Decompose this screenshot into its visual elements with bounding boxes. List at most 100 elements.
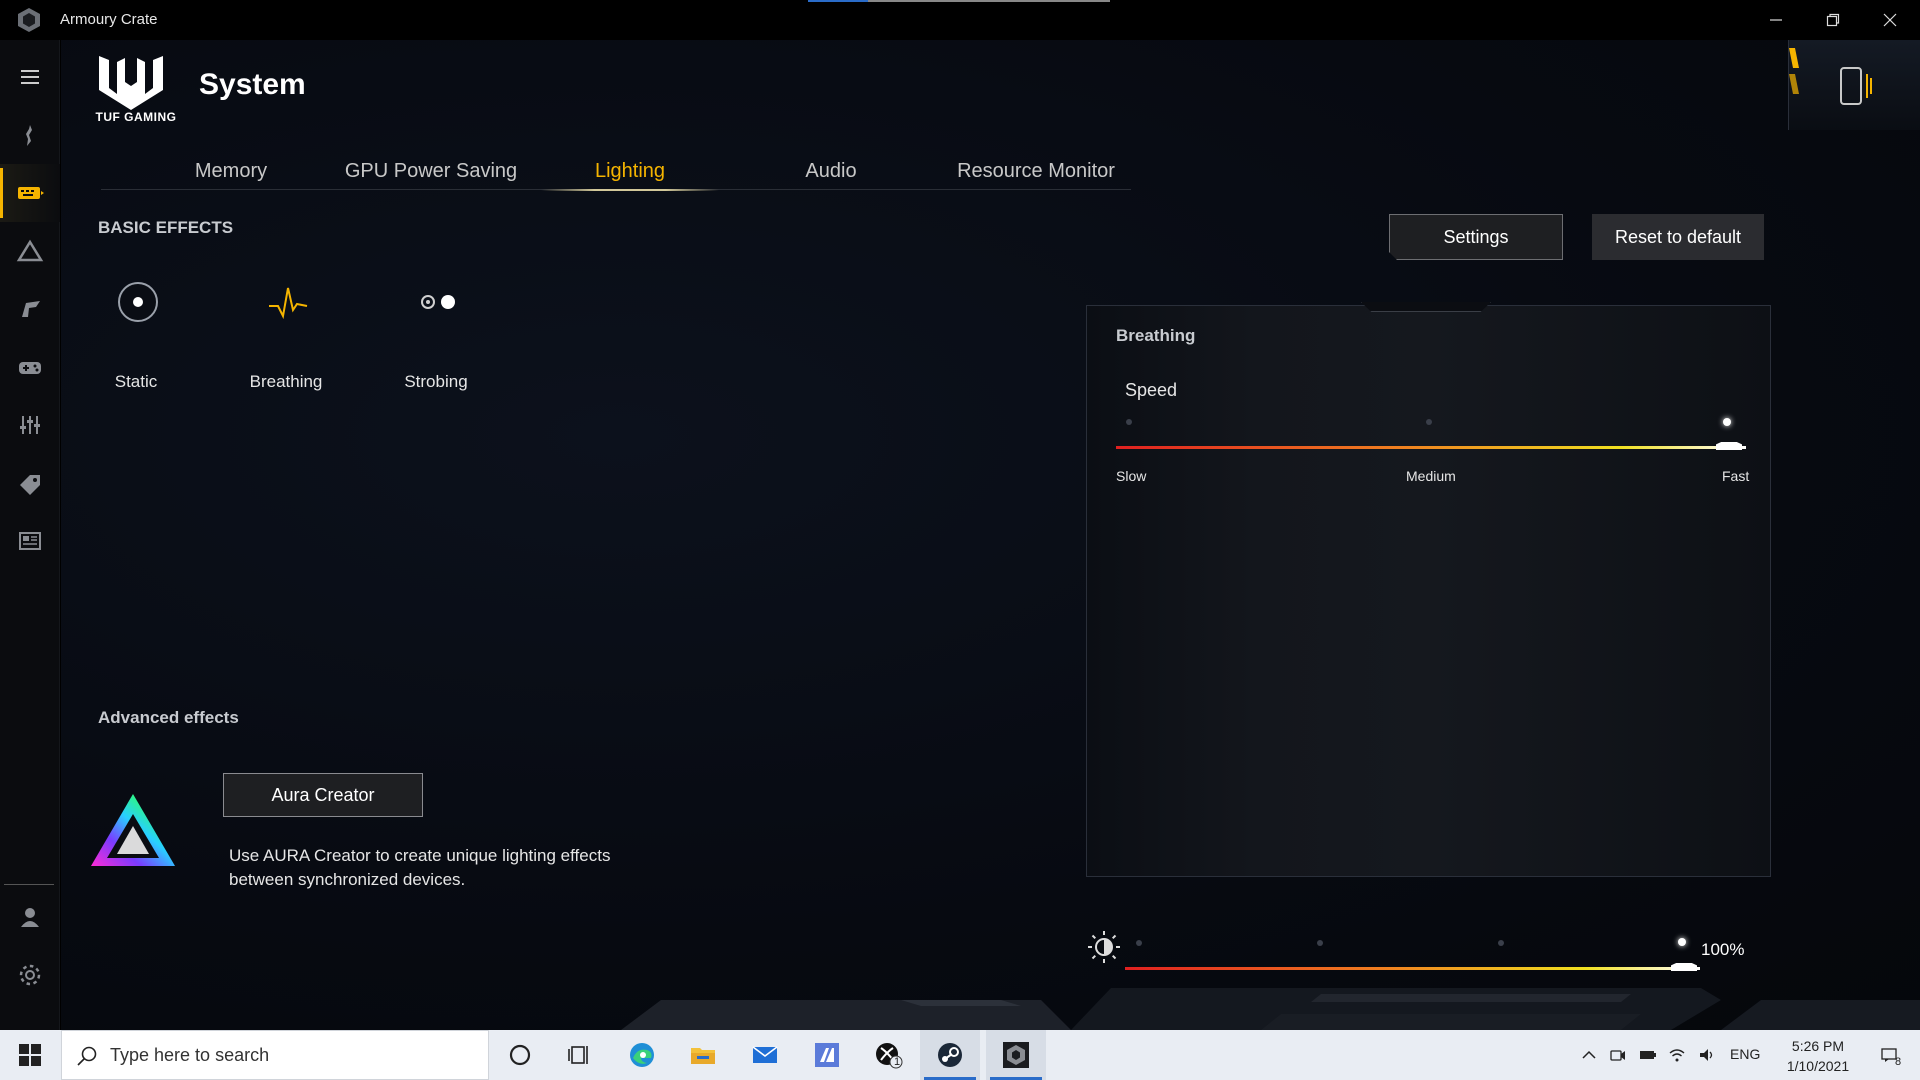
tray-volume[interactable]	[1696, 1030, 1718, 1080]
chevron-up-icon	[1582, 1050, 1596, 1059]
taskbar-edge[interactable]	[612, 1030, 672, 1080]
keyboard-device-icon	[18, 187, 44, 199]
title-progress-accent	[808, 0, 1110, 2]
app-a-icon	[815, 1043, 839, 1067]
sliders-icon	[20, 416, 40, 434]
speed-dot-slow[interactable]	[1126, 419, 1132, 425]
effect-label: Breathing	[249, 372, 323, 391]
close-icon	[1883, 13, 1897, 27]
armoury-crate-logo-icon	[18, 8, 40, 32]
home-icon	[26, 125, 32, 146]
taskbar-armoury-crate[interactable]	[986, 1030, 1046, 1080]
search-icon	[77, 1046, 97, 1066]
tab-gpu-power-saving[interactable]: GPU Power Saving	[316, 144, 546, 190]
action-center-button[interactable]: 8	[1866, 1030, 1912, 1080]
minimize-icon	[1770, 19, 1782, 21]
taskbar-xbox[interactable]: 1	[858, 1030, 918, 1080]
brightness-icon	[1088, 931, 1120, 963]
nav-news[interactable]	[0, 512, 60, 570]
page-title: System	[199, 68, 306, 101]
speed-tick-fast: Fast	[1722, 468, 1750, 484]
brightness-dot[interactable]	[1136, 940, 1142, 946]
nav-home[interactable]	[0, 106, 60, 164]
tab-lighting[interactable]: Lighting	[541, 144, 719, 191]
window-title: Armoury Crate	[60, 11, 158, 28]
tab-memory[interactable]: Memory	[161, 144, 301, 190]
cortana-button[interactable]	[490, 1030, 550, 1080]
taskbar-steam[interactable]	[920, 1030, 980, 1080]
taskbar-file-explorer[interactable]	[673, 1030, 733, 1080]
nav-scenario-profiles[interactable]	[0, 280, 60, 338]
taskbar-clock[interactable]: 5:26 PM 1/10/2021	[1768, 1036, 1868, 1076]
restore-icon	[1826, 13, 1840, 27]
aura-creator-logo-icon	[91, 794, 175, 866]
show-hidden-icons-button[interactable]	[1578, 1030, 1600, 1080]
taskbar-mail[interactable]	[735, 1030, 795, 1080]
brightness-dot-active[interactable]	[1678, 938, 1686, 946]
brightness-slider-thumb[interactable]	[1671, 963, 1697, 971]
user-icon	[21, 908, 39, 927]
settings-button[interactable]: Settings	[1389, 214, 1563, 260]
aura-creator-description: Use AURA Creator to create unique lighti…	[229, 846, 611, 889]
advanced-effects-heading: Advanced effects	[98, 708, 239, 727]
minimize-button[interactable]	[1748, 0, 1804, 40]
tray-battery[interactable]	[1636, 1030, 1660, 1080]
edge-browser-icon	[630, 1043, 654, 1067]
gear-icon	[19, 964, 41, 986]
brightness-slider-track[interactable]	[1125, 967, 1700, 970]
windows-taskbar: Type here to search 1 ENG 5:26 PM 1/10/2…	[0, 1030, 1920, 1080]
cortana-icon	[509, 1044, 531, 1066]
nav-user-center[interactable]	[0, 888, 60, 946]
speed-tick-slow: Slow	[1116, 468, 1147, 484]
aura-creator-button[interactable]: Aura Creator	[223, 773, 423, 817]
speed-dot-medium[interactable]	[1426, 419, 1432, 425]
start-button[interactable]	[0, 1030, 60, 1080]
restore-button[interactable]	[1805, 0, 1861, 40]
armoury-crate-icon	[1003, 1042, 1029, 1068]
panel-title: Breathing	[1116, 326, 1196, 345]
speed-label: Speed	[1125, 380, 1178, 400]
breathing-icon	[269, 287, 308, 320]
title-bar: Armoury Crate	[0, 0, 1920, 40]
tab-resource-monitor[interactable]: Resource Monitor	[921, 144, 1151, 190]
nav-device[interactable]	[0, 164, 60, 222]
tray-meet-now[interactable]	[1607, 1030, 1629, 1080]
device-thumbnail[interactable]	[1788, 40, 1920, 130]
mail-icon	[752, 1046, 778, 1063]
static-icon	[118, 282, 158, 322]
left-navigation	[0, 40, 60, 1030]
speed-dot-fast[interactable]	[1723, 418, 1731, 426]
brightness-dot[interactable]	[1498, 940, 1504, 946]
nav-settings[interactable]	[0, 946, 60, 1004]
tab-audio[interactable]: Audio	[751, 144, 911, 190]
taskbar-app-a[interactable]	[797, 1030, 857, 1080]
task-view-button[interactable]	[550, 1030, 610, 1080]
notification-count: 8	[1895, 1056, 1902, 1068]
nav-settings-sliders[interactable]	[0, 396, 60, 454]
tray-network[interactable]	[1666, 1030, 1688, 1080]
battery-icon	[1640, 1051, 1656, 1059]
nav-aura-sync[interactable]	[0, 222, 60, 280]
brightness-dot[interactable]	[1317, 940, 1323, 946]
close-button[interactable]	[1862, 0, 1918, 40]
taskbar-search-box[interactable]: Type here to search	[61, 1030, 489, 1080]
speed-slider-thumb[interactable]	[1716, 442, 1742, 450]
xbox-badge: 1	[894, 1056, 901, 1068]
windows-logo-icon	[19, 1044, 41, 1066]
reset-to-default-button[interactable]: Reset to default	[1592, 214, 1764, 260]
camera-icon	[1610, 1050, 1625, 1061]
input-language[interactable]: ENG	[1730, 1046, 1760, 1062]
nav-deals[interactable]	[0, 454, 60, 512]
nav-game-library[interactable]	[0, 338, 60, 396]
tab-bar: Memory GPU Power Saving Lighting Audio R…	[101, 144, 1131, 191]
menu-button[interactable]	[0, 48, 60, 106]
tag-icon	[20, 475, 40, 495]
news-icon	[19, 532, 41, 550]
effect-breathing[interactable]: Breathing	[226, 280, 346, 410]
clock-date: 1/10/2021	[1786, 1058, 1850, 1074]
strobing-icon	[421, 295, 455, 309]
brightness-value: 100%	[1701, 940, 1745, 959]
speed-slider-track[interactable]	[1116, 446, 1746, 449]
effect-static[interactable]: Static	[76, 280, 196, 410]
effect-strobing[interactable]: Strobing	[376, 280, 496, 410]
